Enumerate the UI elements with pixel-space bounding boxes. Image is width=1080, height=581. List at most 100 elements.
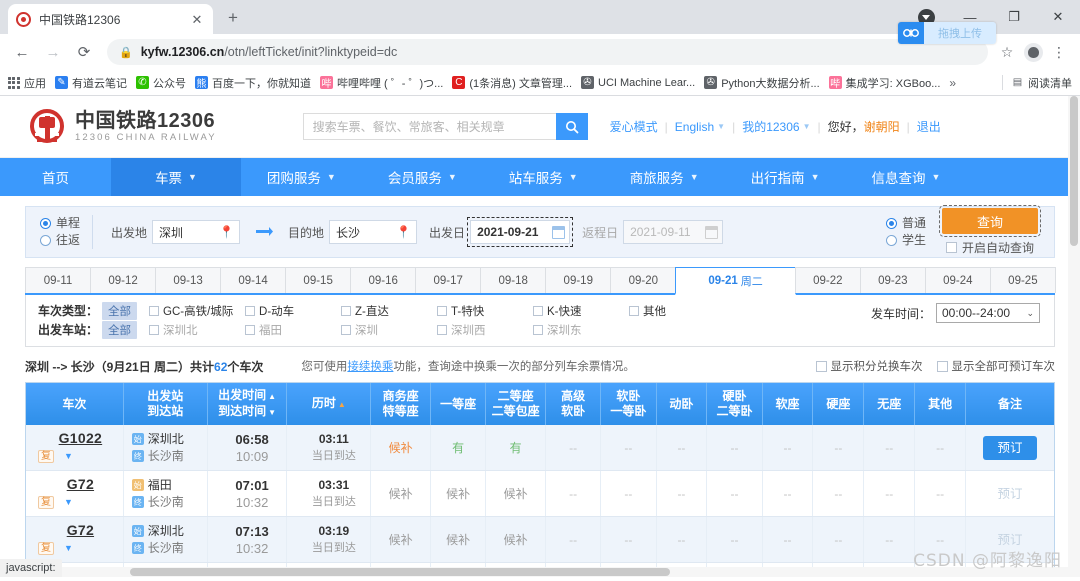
station-all-button[interactable]: 全部 [102, 321, 137, 339]
back-icon[interactable]: ← [8, 38, 36, 66]
bookmark-star-icon[interactable]: ☆ [994, 39, 1020, 65]
bookmark-item[interactable]: ✎有道云笔记 [55, 75, 127, 91]
station-shenzhenbei[interactable]: 深圳北 [149, 322, 245, 338]
book-button[interactable]: 预订 [983, 436, 1037, 460]
site-search[interactable] [303, 113, 588, 140]
checkbox-unchecked-icon[interactable] [946, 242, 957, 253]
passenger-normal-option[interactable]: 普通 [886, 215, 926, 232]
cell-seat[interactable]: 有 [486, 425, 546, 471]
train-type-all-button[interactable]: 全部 [102, 302, 137, 320]
checkbox-unchecked-icon[interactable] [149, 325, 159, 335]
profile-avatar[interactable] [1020, 39, 1046, 65]
bookmark-item[interactable]: 熊百度一下，你就知道 [195, 75, 311, 91]
date-tab[interactable]: 09-19 [545, 267, 611, 293]
browser-tab[interactable]: 中国铁路12306 ✕ [8, 4, 213, 34]
checkbox-unchecked-icon[interactable] [437, 325, 447, 335]
date-tab[interactable]: 09-24 [925, 267, 991, 293]
transfer-link[interactable]: 接续换乘 [347, 361, 393, 373]
show-points-option[interactable]: 显示积分兑换车次 [816, 358, 923, 374]
book-button[interactable]: 预订 [983, 482, 1037, 506]
return-date-input[interactable]: 2021-09-11 [623, 220, 723, 244]
date-tab[interactable]: 09-23 [860, 267, 926, 293]
nav-item-member[interactable]: 会员服务▼ [362, 158, 483, 196]
cell-seat[interactable]: -- [656, 471, 707, 517]
cell-seat[interactable]: 候补 [486, 517, 546, 563]
date-tab[interactable]: 09-15 [285, 267, 351, 293]
from-input[interactable]: 深圳 📍 [152, 220, 240, 244]
sort-asc-icon[interactable]: ▲ [268, 392, 276, 401]
reading-list-button[interactable]: ▤ 阅读清单 [1002, 75, 1072, 91]
cell-seat[interactable]: -- [656, 425, 707, 471]
browser-menu-icon[interactable]: ⋮ [1046, 39, 1072, 65]
nav-item-tickets[interactable]: 车票▼ [111, 158, 241, 196]
date-tab[interactable]: 09-14 [220, 267, 286, 293]
maximize-button[interactable]: ❐ [992, 0, 1036, 34]
auto-query-option[interactable]: 开启自动查询 [946, 239, 1034, 256]
cell-seat[interactable]: -- [656, 517, 707, 563]
cell-seat[interactable]: -- [762, 425, 813, 471]
expand-chevron-icon[interactable]: ▼ [64, 541, 73, 556]
checkbox-unchecked-icon[interactable] [245, 306, 255, 316]
cell-seat[interactable]: -- [707, 517, 762, 563]
bookmark-apps[interactable]: 应用 [7, 75, 46, 91]
nav-item-business[interactable]: 商旅服务▼ [604, 158, 725, 196]
checkbox-unchecked-icon[interactable] [533, 325, 543, 335]
nav-item-group[interactable]: 团购服务▼ [241, 158, 362, 196]
date-tab[interactable]: 09-18 [480, 267, 546, 293]
checkbox-unchecked-icon[interactable] [245, 325, 255, 335]
cell-seat[interactable]: -- [762, 471, 813, 517]
table-row[interactable]: G1022复▼始深圳北终长沙南06:5810:0903:11当日到达候补有有--… [26, 425, 1054, 471]
nav-item-guide[interactable]: 出行指南▼ [725, 158, 846, 196]
date-tab[interactable]: 09-11 [25, 267, 91, 293]
date-tab[interactable]: 09-13 [155, 267, 221, 293]
cell-seat[interactable]: -- [545, 517, 600, 563]
chevron-down-icon[interactable]: ▼ [803, 122, 811, 131]
username-link[interactable]: 谢朝阳 [864, 118, 900, 135]
search-icon[interactable] [556, 113, 588, 140]
passenger-student-option[interactable]: 学生 [886, 232, 926, 249]
departure-time-select[interactable]: 00:00--24:00 ⌄ [936, 303, 1040, 323]
close-window-button[interactable]: ✕ [1036, 0, 1080, 34]
train-number[interactable]: G1022 [59, 430, 103, 446]
language-link[interactable]: English [675, 120, 714, 134]
vertical-scrollbar[interactable] [1068, 96, 1080, 577]
cell-seat[interactable]: 候补 [371, 425, 431, 471]
train-type-t[interactable]: T-特快 [437, 303, 533, 319]
nav-item-home[interactable]: 首页 [0, 158, 111, 196]
calendar-icon[interactable] [552, 226, 565, 239]
forward-icon[interactable]: → [39, 38, 67, 66]
train-type-z[interactable]: Z-直达 [341, 303, 437, 319]
checkbox-unchecked-icon[interactable] [149, 306, 159, 316]
train-type-other[interactable]: 其他 [629, 303, 725, 319]
scrollbar-thumb[interactable] [1070, 96, 1078, 246]
checkbox-unchecked-icon[interactable] [341, 325, 351, 335]
col-times[interactable]: 出发时间▲到达时间▼ [207, 383, 287, 425]
cell-seat[interactable]: -- [864, 517, 915, 563]
cell-seat[interactable]: -- [545, 425, 600, 471]
station-shenzhendong[interactable]: 深圳东 [533, 322, 629, 338]
logout-link[interactable]: 退出 [917, 118, 941, 135]
cell-seat[interactable]: -- [864, 471, 915, 517]
search-input[interactable] [304, 114, 556, 139]
to-input[interactable]: 长沙 📍 [329, 220, 417, 244]
cell-seat[interactable]: -- [813, 517, 864, 563]
col-train-no[interactable]: 车次 [26, 383, 123, 425]
cell-seat[interactable]: 有 [431, 425, 486, 471]
reload-icon[interactable]: ⟳ [70, 38, 98, 66]
checkbox-unchecked-icon[interactable] [341, 306, 351, 316]
scrollbar-thumb[interactable] [130, 568, 670, 576]
cell-seat[interactable]: -- [864, 425, 915, 471]
cell-seat[interactable]: -- [545, 471, 600, 517]
table-row[interactable]: G72复▼始深圳北终长沙南07:1310:3203:19当日到达候补候补候补--… [26, 517, 1054, 563]
expand-chevron-icon[interactable]: ▼ [64, 495, 73, 510]
checkbox-unchecked-icon[interactable] [816, 361, 827, 372]
cell-seat[interactable]: 候补 [371, 517, 431, 563]
search-button[interactable]: 查询 [942, 208, 1038, 234]
cell-train-no[interactable]: G1022复▼ [26, 425, 123, 471]
expand-chevron-icon[interactable]: ▼ [64, 449, 73, 464]
cell-seat[interactable]: -- [762, 517, 813, 563]
site-logo[interactable]: 中国铁路12306 12306 CHINA RAILWAY [28, 108, 217, 146]
cell-seat[interactable]: -- [813, 425, 864, 471]
cell-seat[interactable]: -- [601, 425, 656, 471]
bookmark-item[interactable]: 哔哔哩哔哩 ( ゜- ゜)つ... [320, 75, 443, 91]
